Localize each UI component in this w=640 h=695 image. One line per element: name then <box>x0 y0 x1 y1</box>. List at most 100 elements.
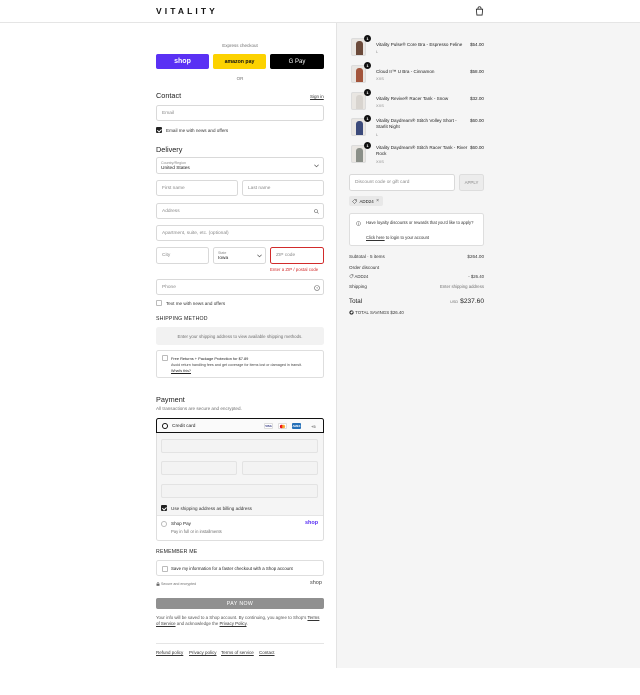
package-protection-title: Free Returns + Package Protection for $7… <box>171 356 249 361</box>
apartment-placeholder: Apartment, suite, etc. (optional) <box>162 231 229 236</box>
save-info-box[interactable]: Save my information for a faster checkou… <box>156 560 324 576</box>
amazon-pay-button[interactable]: amazon pay <box>213 54 266 69</box>
currency-code: USD <box>450 300 459 304</box>
subtotal-row: Subtotal · 5 items $264.00 <box>349 254 484 259</box>
product-thumbnail <box>351 145 366 163</box>
shop-pay-option-title[interactable]: Shop Pay <box>171 521 191 526</box>
help-icon[interactable]: ? <box>314 284 320 291</box>
remove-discount-icon[interactable]: × <box>376 198 379 204</box>
privacy-policy-link[interactable]: Privacy policy <box>189 650 217 655</box>
loyalty-login-link[interactable]: Click here <box>366 235 385 240</box>
total-label: Total <box>349 298 363 305</box>
city-field[interactable]: City <box>156 247 209 264</box>
item-name: Vitality Daydream® Stitch Racer Tank - R… <box>376 145 468 156</box>
shop-pay-radio[interactable] <box>161 521 167 527</box>
item-variant: XXS <box>376 159 384 164</box>
zip-field[interactable]: ZIP code <box>270 247 324 264</box>
address-field[interactable]: Address <box>156 203 324 219</box>
product-thumbnail <box>351 38 366 56</box>
subtotal-label: Subtotal · 5 items <box>349 254 385 259</box>
country-value: United States <box>161 166 190 171</box>
contact-link[interactable]: Contact <box>259 650 275 655</box>
loyalty-box: Have loyalty discounts or rewards that y… <box>349 213 484 246</box>
package-protection-checkbox[interactable] <box>162 355 168 361</box>
terms-of-service-footer-link[interactable]: Terms of service <box>221 650 254 655</box>
or-divider: OR <box>236 76 244 81</box>
google-pay-logo: G Pay <box>288 58 306 65</box>
product-image <box>356 121 363 135</box>
legal-text: Your info will be saved to a Shop accoun… <box>156 615 324 628</box>
quantity-badge: 1 <box>364 89 371 96</box>
country-select[interactable]: Country/Region United States <box>156 157 324 174</box>
zip-error-message: Enter a ZIP / postal code <box>270 267 319 272</box>
item-variant: XXS <box>376 76 384 81</box>
remember-me-heading: REMEMBER ME <box>156 549 198 555</box>
payment-heading: Payment <box>156 395 185 404</box>
expiration-date-field[interactable] <box>161 461 237 475</box>
last-name-field[interactable]: Last name <box>242 180 324 196</box>
email-field[interactable]: Email <box>156 105 324 121</box>
store-logo[interactable]: VITALITY <box>156 6 218 16</box>
discount-value: - $26.40 <box>468 274 484 279</box>
package-protection-box[interactable]: Free Returns + Package Protection for $7… <box>156 350 324 378</box>
billing-same-checkbox[interactable] <box>161 505 167 511</box>
shipping-notice: Enter your shipping address to view avai… <box>156 327 324 345</box>
state-label: State <box>218 250 227 255</box>
first-name-placeholder: First name <box>162 186 185 191</box>
item-price: $32.00 <box>469 96 484 101</box>
shop-pay-button[interactable]: shop <box>156 54 209 69</box>
email-news-label: Email me with news and offers <box>166 128 229 133</box>
loyalty-login-suffix: to login to your account <box>385 235 430 240</box>
credit-card-radio[interactable] <box>162 423 168 429</box>
savings-tag-icon <box>349 310 354 315</box>
footer-divider <box>156 643 324 644</box>
email-news-checkbox[interactable] <box>156 127 162 133</box>
text-news-checkbox[interactable] <box>156 300 162 306</box>
security-code-field[interactable] <box>242 461 318 475</box>
credit-card-label: Credit card <box>172 423 196 429</box>
amazon-pay-logo: amazon pay <box>224 58 255 65</box>
svg-text:?: ? <box>316 286 318 290</box>
discount-code-field[interactable]: Discount code or gift card <box>349 174 455 191</box>
item-variant: L <box>376 132 379 137</box>
product-image <box>356 148 363 162</box>
item-variant: L <box>376 49 379 54</box>
card-number-field[interactable] <box>161 439 318 453</box>
shop-pay-option-logo: shop <box>305 520 319 526</box>
shop-logo: shop <box>310 580 322 586</box>
address-placeholder: Address <box>162 209 180 214</box>
item-price: $60.00 <box>469 118 484 123</box>
pay-now-button[interactable]: PAY NOW <box>156 598 324 609</box>
quantity-badge: 1 <box>364 62 371 69</box>
first-name-field[interactable]: First name <box>156 180 238 196</box>
legal-suffix: . <box>246 621 248 627</box>
state-select[interactable]: State Iowa <box>213 247 266 264</box>
search-icon <box>314 209 319 214</box>
product-thumbnail <box>351 92 366 110</box>
item-name: Vitality Daydream® Stitch Volley Short -… <box>376 118 457 129</box>
visa-icon: VISA <box>264 423 273 429</box>
shipping-label: Shipping <box>349 284 367 289</box>
loyalty-text: Have loyalty discounts or rewards that y… <box>366 220 474 225</box>
apply-discount-button[interactable]: APPLY <box>459 174 484 191</box>
shopping-bag-icon[interactable] <box>475 6 484 16</box>
google-pay-button[interactable]: G Pay <box>270 54 324 69</box>
privacy-policy-inline-link[interactable]: Privacy Policy <box>220 621 247 626</box>
name-on-card-field[interactable] <box>161 484 318 498</box>
product-image <box>356 95 363 109</box>
phone-field[interactable]: Phone ? <box>156 279 324 295</box>
credit-card-option[interactable]: Credit card VISA AMEX +5 <box>156 418 324 433</box>
whats-this-link[interactable]: What's this? <box>171 369 191 373</box>
payment-subtitle: All transactions are secure and encrypte… <box>156 406 242 411</box>
city-placeholder: City <box>162 253 171 258</box>
refund-policy-link[interactable]: Refund policy <box>156 650 183 655</box>
shipping-method-heading: SHIPPING METHOD <box>156 316 208 322</box>
apartment-field[interactable]: Apartment, suite, etc. (optional) <box>156 225 324 241</box>
tag-icon <box>352 198 357 204</box>
save-info-checkbox[interactable] <box>162 565 168 572</box>
sign-in-link[interactable]: Sign in <box>310 94 324 99</box>
discount-code-placeholder: Discount code or gift card <box>355 180 410 185</box>
summary-discount-code: ADD24 <box>354 274 369 279</box>
applied-discount-tag: ADD24 × <box>349 196 384 206</box>
item-price: $54.00 <box>469 42 484 47</box>
